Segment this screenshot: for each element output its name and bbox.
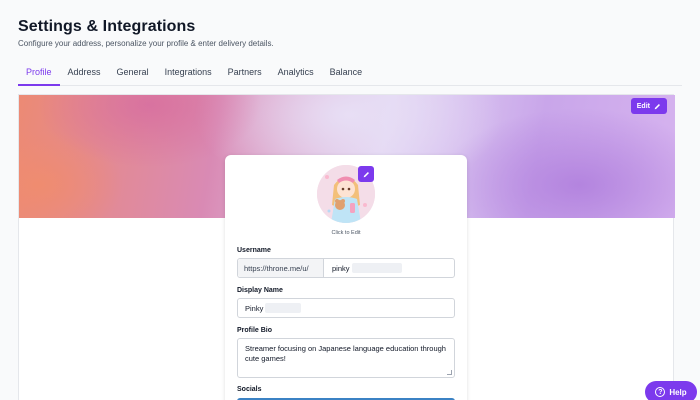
edit-banner-label: Edit — [636, 102, 650, 110]
tab-partners[interactable]: Partners — [220, 62, 270, 86]
redacted-block — [351, 263, 402, 273]
settings-tabs: Profile Address General Integrations Par… — [18, 62, 682, 86]
tab-profile[interactable]: Profile — [18, 62, 60, 86]
page-title: Settings & Integrations — [18, 18, 196, 35]
redacted-block — [265, 303, 302, 313]
help-button[interactable]: ? Help — [645, 381, 697, 400]
profile-bio-label: Profile Bio — [237, 327, 273, 334]
tab-balance[interactable]: Balance — [322, 62, 371, 86]
username-field[interactable]: https://throne.me/u/ pinky — [237, 258, 455, 278]
tab-integrations[interactable]: Integrations — [157, 62, 220, 86]
profile-form: Click to Edit Username https://throne.me… — [225, 155, 467, 400]
edit-banner-button[interactable]: Edit — [630, 98, 667, 114]
question-circle-icon: ? — [655, 387, 666, 397]
help-label: Help — [669, 387, 687, 397]
display-name-label: Display Name — [237, 287, 283, 294]
username-label: Username — [237, 247, 271, 254]
resize-handle[interactable] — [447, 370, 452, 375]
display-name-value: Pinky — [245, 303, 264, 313]
username-value: pinky — [332, 263, 350, 273]
tab-general[interactable]: General — [109, 62, 157, 86]
socials-label: Socials — [237, 386, 262, 393]
tab-address[interactable]: Address — [60, 62, 109, 86]
click-to-edit-hint: Click to Edit — [331, 230, 361, 236]
pencil-icon — [654, 103, 660, 109]
display-name-field[interactable]: Pinky — [237, 298, 455, 318]
profile-bio-textarea[interactable]: Streamer focusing on Japanese language e… — [237, 338, 455, 378]
pencil-icon — [363, 171, 369, 177]
tab-analytics[interactable]: Analytics — [270, 62, 322, 86]
page-subtitle: Configure your address, personalize your… — [18, 39, 274, 48]
username-prefix: https://throne.me/u/ — [238, 259, 324, 277]
username-value-wrap: pinky — [332, 259, 402, 277]
profile-bio-value: Streamer focusing on Japanese language e… — [245, 344, 446, 363]
avatar-edit-button[interactable] — [358, 166, 374, 182]
